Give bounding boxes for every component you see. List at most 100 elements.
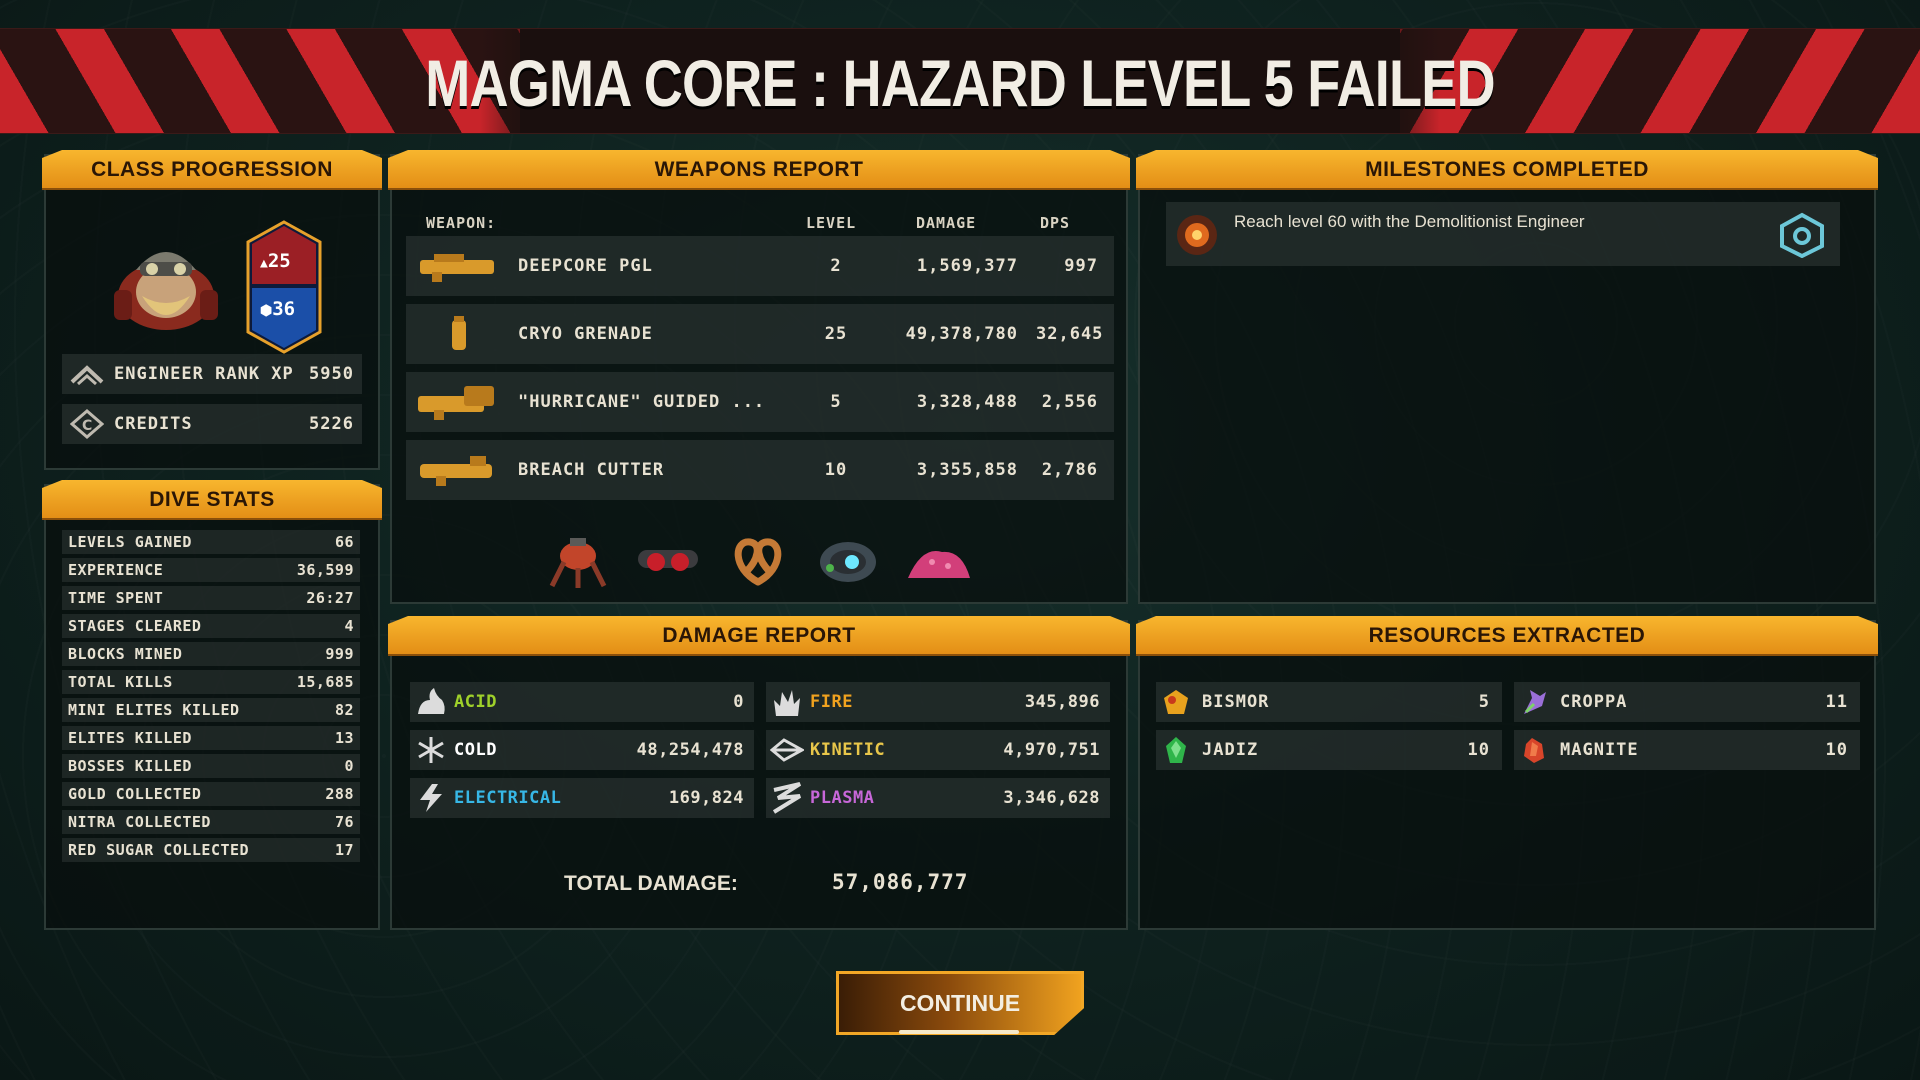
weapon-dps: 32,645 (1036, 324, 1104, 344)
dps-column-header: DPS (1040, 214, 1071, 232)
snowflake-icon (418, 737, 444, 763)
resource-value: 5 (1478, 692, 1490, 712)
engineer-rank-xp-row: ENGINEER RANK XP 5950 (62, 354, 362, 394)
damage-type-name: KINETIC (810, 740, 886, 760)
crystal-belt-icon (820, 542, 876, 582)
damage-type-value: 169,824 (668, 788, 744, 808)
dive-stat-row: BLOCKS MINED 999 (62, 642, 360, 666)
magnite-icon (1524, 738, 1544, 763)
jadiz-icon (1166, 737, 1186, 763)
resources-panel: RESOURCES EXTRACTED BISMOR 5 CROPPA 11 J… (1138, 620, 1876, 930)
weapon-name: DEEPCORE PGL (518, 256, 653, 276)
rank-level-bottom: ⬢36 (260, 298, 296, 320)
dive-stat-row: TIME SPENT 26:27 (62, 586, 360, 610)
milestones-header: MILESTONES COMPLETED (1136, 150, 1878, 190)
hexagon-icon: ⬢ (260, 303, 273, 319)
weapon-dps: 2,556 (1041, 392, 1098, 412)
bismor-icon (1164, 690, 1188, 714)
rank-chevron-icon (70, 365, 104, 386)
dive-stat-row: ELITES KILLED 13 (62, 726, 360, 750)
rank-xp-label: ENGINEER RANK XP (114, 364, 294, 384)
damage-type-name: COLD (454, 740, 497, 760)
weapon-row: DEEPCORE PGL 2 1,569,377 997 (406, 236, 1114, 296)
weapon-damage: 3,328,488 (916, 392, 1018, 412)
rank-level-top: ▲25 (260, 250, 291, 272)
rank-xp-value: 5950 (309, 364, 354, 384)
damage-type-value: 345,896 (1024, 692, 1100, 712)
damage-type-cold: COLD 48,254,478 (410, 730, 754, 770)
damage-type-name: ELECTRICAL (454, 788, 562, 808)
pink-mound-icon (908, 551, 970, 578)
resource-bismor: BISMOR 5 (1156, 682, 1502, 722)
cryo-grenade-icon (452, 316, 466, 350)
dive-stat-row: MINI ELITES KILLED 82 (62, 698, 360, 722)
credits-value: 5226 (309, 414, 354, 434)
class-progression-header: CLASS PROGRESSION (42, 150, 382, 190)
resource-croppa: CROPPA 11 (1514, 682, 1860, 722)
damage-type-acid: ACID 0 (410, 682, 754, 722)
continue-button[interactable]: CONTINUE (836, 971, 1084, 1035)
dive-stat-row: EXPERIENCE 36,599 (62, 558, 360, 582)
resource-jadiz: JADIZ 10 (1156, 730, 1502, 770)
dive-stat-row: LEVELS GAINED 66 (62, 530, 360, 554)
weapon-level: 10 (824, 460, 848, 480)
dive-stat-row: RED SUGAR COLLECTED 17 (62, 838, 360, 862)
turret-drone-icon (549, 538, 607, 588)
total-damage-value: 57,086,777 (832, 870, 969, 894)
resource-name: BISMOR (1202, 692, 1270, 712)
weapon-level: 2 (830, 256, 842, 276)
credits-icon: C (70, 409, 104, 439)
weapon-damage: 1,569,377 (916, 256, 1018, 276)
milestone-text: Reach level 60 with the Demolitionist En… (1234, 212, 1585, 231)
hurricane-launcher-icon (418, 386, 494, 420)
fire-icon (774, 690, 800, 716)
dive-stat-row: NITRA COLLECTED 76 (62, 810, 360, 834)
damage-type-name: PLASMA (810, 788, 875, 808)
weapon-row: "HURRICANE" GUIDED ... 5 3,328,488 2,556 (406, 372, 1114, 432)
damage-type-value: 48,254,478 (636, 740, 744, 760)
milestone-item: Reach level 60 with the Demolitionist En… (1166, 202, 1840, 266)
lightning-icon (420, 784, 442, 812)
damage-report-header: DAMAGE REPORT (388, 616, 1130, 656)
weapons-report-header: WEAPONS REPORT (388, 150, 1130, 190)
mission-result-title: MAGMA CORE : HAZARD LEVEL 5 FAILED (425, 46, 1495, 120)
level-column-header: LEVEL (806, 214, 857, 232)
weapon-level: 25 (824, 324, 848, 344)
grenade-launcher-icon (420, 254, 494, 282)
damage-type-value: 4,970,751 (1003, 740, 1100, 760)
damage-type-electrical: ELECTRICAL 169,824 (410, 778, 754, 818)
explosion-icon (1177, 215, 1217, 255)
weapon-damage: 49,378,780 (905, 324, 1018, 344)
damage-type-plasma: PLASMA 3,346,628 (766, 778, 1110, 818)
engineer-portrait-icon (114, 252, 218, 330)
resource-value: 10 (1825, 740, 1848, 760)
weapon-column-header: WEAPON: (426, 214, 497, 232)
dive-stats-list: LEVELS GAINED 66 EXPERIENCE 36,599 TIME SP… (62, 530, 360, 866)
pretzel-icon (734, 538, 782, 586)
weapon-name: "HURRICANE" GUIDED ... (518, 392, 766, 412)
plasma-icon (772, 782, 802, 814)
class-progression-panel: CLASS PROGRESSION ▲25 ⬢36 ENGINEER RANK … (44, 154, 380, 470)
damage-type-value: 3,346,628 (1003, 788, 1100, 808)
continue-label: CONTINUE (899, 990, 1021, 1016)
total-damage-label: TOTAL DAMAGE: (564, 872, 738, 895)
svg-text:C: C (82, 418, 93, 434)
weapon-name: BREACH CUTTER (518, 460, 665, 480)
damage-type-name: FIRE (810, 692, 853, 712)
credits-row: C CREDITS 5226 (62, 404, 362, 444)
croppa-icon (1524, 690, 1546, 714)
weapon-damage: 3,355,858 (916, 460, 1018, 480)
chevron-up-icon: ▲ (260, 256, 268, 271)
hazard-banner: MAGMA CORE : HAZARD LEVEL 5 FAILED (0, 28, 1920, 134)
weapon-name: CRYO GRENADE (518, 324, 653, 344)
weapon-row: CRYO GRENADE 25 49,378,780 32,645 (406, 304, 1114, 364)
resource-name: JADIZ (1202, 740, 1259, 760)
dive-stat-row: TOTAL KILLS 15,685 (62, 670, 360, 694)
artifact-pickups (542, 528, 974, 592)
engineer-class-icon (1780, 212, 1824, 258)
dive-stats-header: DIVE STATS (42, 480, 382, 520)
acid-icon (418, 688, 445, 714)
breach-cutter-icon (420, 456, 492, 486)
damage-type-fire: FIRE 345,896 (766, 682, 1110, 722)
dive-stat-row: BOSSES KILLED 0 (62, 754, 360, 778)
